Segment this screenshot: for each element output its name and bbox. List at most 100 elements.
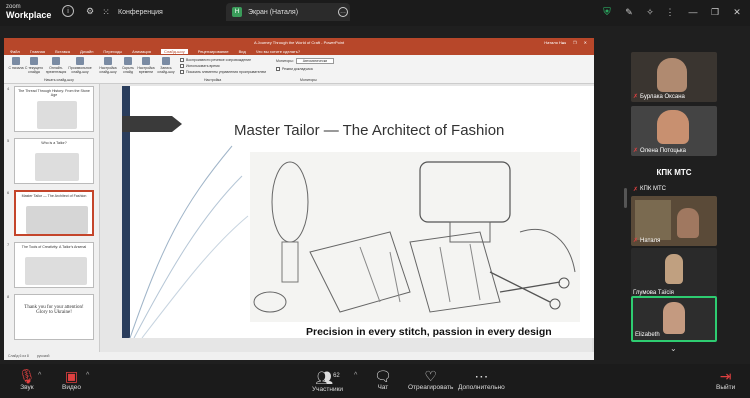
participant-video: [657, 110, 689, 144]
participant-video: [677, 208, 699, 238]
info-icon[interactable]: i: [62, 5, 74, 17]
slide-thumbnail[interactable]: The Thread Through History: From the Sto…: [14, 86, 94, 132]
settings-icon[interactable]: ⚙: [84, 5, 96, 17]
more-icon[interactable]: …: [338, 7, 348, 17]
globe-icon: [52, 57, 60, 65]
audio-button[interactable]: 🎙︎ Звук: [18, 368, 36, 391]
ppt-tab-home[interactable]: Главная: [30, 49, 45, 54]
ppt-btn-rehearse[interactable]: Настройка времени: [136, 57, 156, 77]
participant-label: ✗ КПК МТС: [633, 186, 666, 193]
muted-mic-icon: ✗: [633, 148, 639, 154]
participants-icon: 👥︎62: [315, 369, 340, 386]
close-icon[interactable]: ✕: [732, 6, 742, 18]
thumbnail-image: [26, 206, 88, 234]
ppt-tab-file[interactable]: Файл: [10, 49, 20, 54]
ppt-title-bar: A Journey Through the World of Craft - P…: [4, 38, 594, 47]
participant-tile[interactable]: Глумова Таїсія: [631, 248, 717, 298]
ppt-btn-hide[interactable]: Скрыть слайд: [118, 57, 138, 77]
ppt-tab-view[interactable]: Вид: [239, 49, 246, 54]
bookshelf: [635, 200, 671, 240]
ppt-status-bar: Слайд 6 из 8 русский: [4, 352, 594, 360]
participants-options-caret[interactable]: ^: [354, 372, 357, 379]
ppt-tab-insert[interactable]: Вставка: [55, 49, 70, 54]
react-button[interactable]: ♡ Отреагировать: [408, 368, 453, 391]
setup-icon: [104, 57, 112, 65]
ppt-group-start: Начать слайд-шоу: [44, 78, 74, 82]
panel-resize-handle[interactable]: [624, 188, 627, 208]
ppt-btn-online[interactable]: Онлайн-презентация: [46, 57, 66, 77]
audio-options-caret[interactable]: ^: [38, 372, 41, 379]
slide-thumbnail-pane: 4 The Thread Through History: From the S…: [4, 84, 100, 352]
ppt-btn-setup[interactable]: Настройка слайд-шоу: [98, 57, 118, 77]
video-options-caret[interactable]: ^: [86, 372, 89, 379]
restore-icon[interactable]: ❐: [710, 6, 720, 18]
video-button[interactable]: ▣ Видео: [62, 368, 81, 391]
tab-meeting[interactable]: ⁙ Конференция: [100, 3, 220, 21]
slide-thumbnail[interactable]: Who is a Tailor?: [14, 138, 94, 184]
ppt-check-presenter[interactable]: Режим докладчика: [276, 67, 313, 71]
slides-icon: [76, 57, 84, 65]
ppt-tab-review[interactable]: Рецензирование: [198, 49, 229, 54]
ppt-btn-from-start[interactable]: С начала: [6, 57, 26, 77]
slide-counter: Слайд 6 из 8: [8, 354, 29, 358]
grid-icon: ⁙: [102, 6, 110, 17]
participant-video: [657, 58, 687, 92]
camera-off-icon: ▣: [64, 368, 79, 384]
hide-slide-icon: [124, 57, 132, 65]
leave-button[interactable]: ⇥ Выйти: [716, 368, 735, 391]
ppt-window-controls: — ❐ ✕: [561, 40, 590, 45]
ppt-doc-title: A Journey Through the World of Craft - P…: [253, 40, 345, 45]
record-icon: [162, 57, 170, 65]
participant-name-only: КПК МТС: [656, 168, 692, 177]
ppt-group-monitors: Мониторы: [300, 78, 317, 82]
ppt-monitor-select[interactable]: Мониторы: Автоматически: [276, 58, 335, 64]
participant-tile[interactable]: ✗ Олена Потоцька: [631, 106, 717, 156]
participant-tile[interactable]: ✗ Наталя: [631, 196, 717, 246]
ppt-btn-from-current[interactable]: С текущего слайда: [24, 57, 44, 77]
participant-tile[interactable]: ✗ Бурлака Оксана: [631, 52, 717, 102]
more-button[interactable]: ⋯ Дополнительно: [458, 368, 505, 391]
participants-button[interactable]: 👥︎62 Участники: [312, 368, 343, 393]
ppt-tab-design[interactable]: Дизайн: [80, 49, 93, 54]
ppt-tab-transitions[interactable]: Переходы: [103, 49, 122, 54]
chevron-down-icon[interactable]: ⌄: [670, 344, 677, 353]
slide-thumbnail[interactable]: The Tools of Creativity: A Tailor's Arse…: [14, 242, 94, 288]
ppt-ribbon: С начала С текущего слайда Онлайн-презен…: [4, 55, 594, 84]
timer-icon: [142, 57, 150, 65]
more-vertical-icon[interactable]: ⋮: [665, 6, 675, 18]
slide-thumbnail-selected[interactable]: Master Tailor — The Architect of Fashion: [14, 190, 94, 236]
tab-screen-share[interactable]: Н Экран (Наталя) …: [226, 3, 350, 21]
sparkle-icon[interactable]: ✧: [645, 6, 655, 18]
ppt-ribbon-tabs: Файл Главная Вставка Дизайн Переходы Ани…: [4, 47, 594, 55]
muted-mic-icon: ✗: [633, 187, 639, 193]
active-speaker-tile[interactable]: Elizabeth: [631, 296, 717, 342]
ppt-tab-slideshow[interactable]: Слайд-шоу: [160, 48, 188, 54]
chat-button[interactable]: 🗨︎ Чат: [374, 368, 392, 391]
shield-icon[interactable]: ⛨: [602, 6, 612, 18]
shared-powerpoint-window: A Journey Through the World of Craft - P…: [4, 38, 594, 360]
ppt-btn-custom[interactable]: Произвольное слайд-шоу: [68, 57, 92, 77]
tailor-sketch-image: [250, 152, 580, 322]
thumbnail-image: [37, 101, 77, 129]
ppt-tell-me[interactable]: Что вы хотите сделать?: [256, 49, 300, 54]
title-bar: zoom Workplace i ⚙ ⁙ Конференция Н Экран…: [0, 0, 750, 26]
mic-off-icon: 🎙︎: [18, 368, 36, 384]
more-horizontal-icon: ⋯: [474, 368, 489, 384]
leave-icon: ⇥: [719, 368, 732, 384]
minimize-icon[interactable]: —: [688, 6, 698, 18]
ppt-btn-record[interactable]: Запись слайд-шоу: [156, 57, 176, 77]
participant-video: [665, 254, 683, 284]
tab-meeting-label: Конференция: [118, 8, 163, 16]
sharer-avatar: Н: [232, 7, 242, 17]
ppt-tab-animations[interactable]: Анимация: [132, 49, 151, 54]
muted-mic-icon: ✗: [633, 238, 639, 244]
pencil-icon[interactable]: ✎: [624, 6, 634, 18]
ppt-check-timings[interactable]: Использовать время: [180, 64, 220, 68]
slide-thumbnail[interactable]: Thank you for your attention! Glory to U…: [14, 294, 94, 340]
muted-mic-icon: ✗: [633, 94, 639, 100]
chat-icon: 🗨︎: [374, 368, 392, 384]
slide-canvas[interactable]: Master Tailor — The Architect of Fashion…: [122, 86, 594, 338]
ppt-check-media-controls[interactable]: Показать элементы управления проигрывате…: [180, 70, 266, 74]
language-indicator: русский: [36, 354, 50, 358]
ppt-check-narration[interactable]: Воспроизвести речевое сопровождение: [180, 58, 251, 62]
